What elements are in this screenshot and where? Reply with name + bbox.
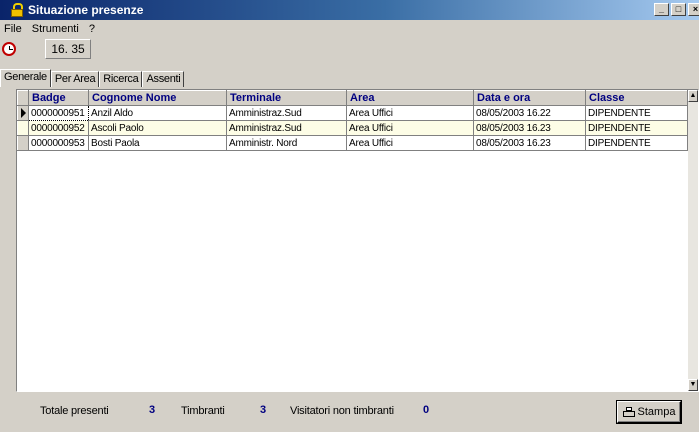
cell-class[interactable]: DIPENDENTE <box>585 105 688 121</box>
row-pointer-icon <box>21 108 26 118</box>
column-header-classe[interactable]: Classe <box>585 90 688 106</box>
current-row-indicator <box>17 105 29 121</box>
printer-icon <box>622 407 635 417</box>
cell-area[interactable]: Area Uffici <box>346 120 474 136</box>
lock-icon <box>10 3 24 17</box>
row-indicator <box>17 120 29 136</box>
table-row[interactable]: 0000000952 Ascoli Paolo Amministraz.Sud … <box>17 120 688 136</box>
cell-datetime[interactable]: 08/05/2003 16.23 <box>473 135 586 151</box>
cell-datetime[interactable]: 08/05/2003 16.23 <box>473 120 586 136</box>
visitatori-value: 0 <box>423 404 430 416</box>
cell-class[interactable]: DIPENDENTE <box>585 120 688 136</box>
row-indicator <box>17 135 29 151</box>
maximize-button[interactable]: □ <box>671 3 686 16</box>
title-bar: Situazione presenze _ □ × <box>0 0 699 20</box>
menu-help[interactable]: ? <box>85 23 101 35</box>
cell-badge[interactable]: 0000000952 <box>28 120 89 136</box>
tab-ricerca[interactable]: Ricerca <box>99 71 143 87</box>
presence-grid[interactable]: Badge Cognome Nome Terminale Area Data e… <box>16 89 699 392</box>
cell-datetime[interactable]: 08/05/2003 16.22 <box>473 105 586 121</box>
visitatori-label: Visitatori non timbranti <box>290 405 394 417</box>
tab-assenti[interactable]: Assenti <box>142 71 185 87</box>
stampa-label: Stampa <box>637 406 676 418</box>
current-time: 16. 35 <box>45 39 91 59</box>
close-button[interactable]: × <box>688 3 699 16</box>
window-title: Situazione presenze <box>28 3 144 17</box>
cell-area[interactable]: Area Uffici <box>346 105 474 121</box>
cell-class[interactable]: DIPENDENTE <box>585 135 688 151</box>
cell-area[interactable]: Area Uffici <box>346 135 474 151</box>
table-row[interactable]: 0000000951 Anzil Aldo Amministraz.Sud Ar… <box>17 105 688 121</box>
stampa-button[interactable]: Stampa <box>616 400 682 424</box>
totale-presenti-value: 3 <box>149 404 156 416</box>
column-header-badge[interactable]: Badge <box>28 90 89 106</box>
scroll-down-icon[interactable]: ▼ <box>688 379 698 391</box>
column-header-terminale[interactable]: Terminale <box>226 90 347 106</box>
cell-badge[interactable]: 0000000951 <box>28 105 89 121</box>
tab-generale[interactable]: Generale <box>0 69 51 87</box>
timbranti-label: Timbranti <box>181 405 225 417</box>
menu-strumenti[interactable]: Strumenti <box>28 23 85 35</box>
grid-header-row: Badge Cognome Nome Terminale Area Data e… <box>17 90 688 106</box>
cell-terminal[interactable]: Amministraz.Sud <box>226 105 347 121</box>
status-bar: Totale presenti 3 Timbranti 3 Visitatori… <box>0 398 699 428</box>
tab-strip: Generale Per Area Ricerca Assenti <box>0 69 185 88</box>
table-row[interactable]: 0000000953 Bosti Paola Amministr. Nord A… <box>17 135 688 151</box>
menu-file[interactable]: File <box>0 23 28 35</box>
column-header-cognome-nome[interactable]: Cognome Nome <box>88 90 227 106</box>
cell-terminal[interactable]: Amministraz.Sud <box>226 120 347 136</box>
column-header-data-ora[interactable]: Data e ora <box>473 90 586 106</box>
cell-name[interactable]: Bosti Paola <box>88 135 227 151</box>
row-indicator-header <box>17 90 29 106</box>
scroll-up-icon[interactable]: ▲ <box>688 90 698 102</box>
clock-icon[interactable] <box>2 42 16 56</box>
menu-bar: File Strumenti ? <box>0 21 101 37</box>
tab-per-area[interactable]: Per Area <box>50 71 100 87</box>
cell-name[interactable]: Anzil Aldo <box>88 105 227 121</box>
totale-presenti-label: Totale presenti <box>40 405 109 417</box>
column-header-area[interactable]: Area <box>346 90 474 106</box>
cell-name[interactable]: Ascoli Paolo <box>88 120 227 136</box>
timbranti-value: 3 <box>260 404 267 416</box>
vertical-scrollbar[interactable]: ▲ ▼ <box>688 90 698 391</box>
minimize-button[interactable]: _ <box>654 3 669 16</box>
cell-terminal[interactable]: Amministr. Nord <box>226 135 347 151</box>
cell-badge[interactable]: 0000000953 <box>28 135 89 151</box>
toolbar: 16. 35 <box>0 39 699 63</box>
